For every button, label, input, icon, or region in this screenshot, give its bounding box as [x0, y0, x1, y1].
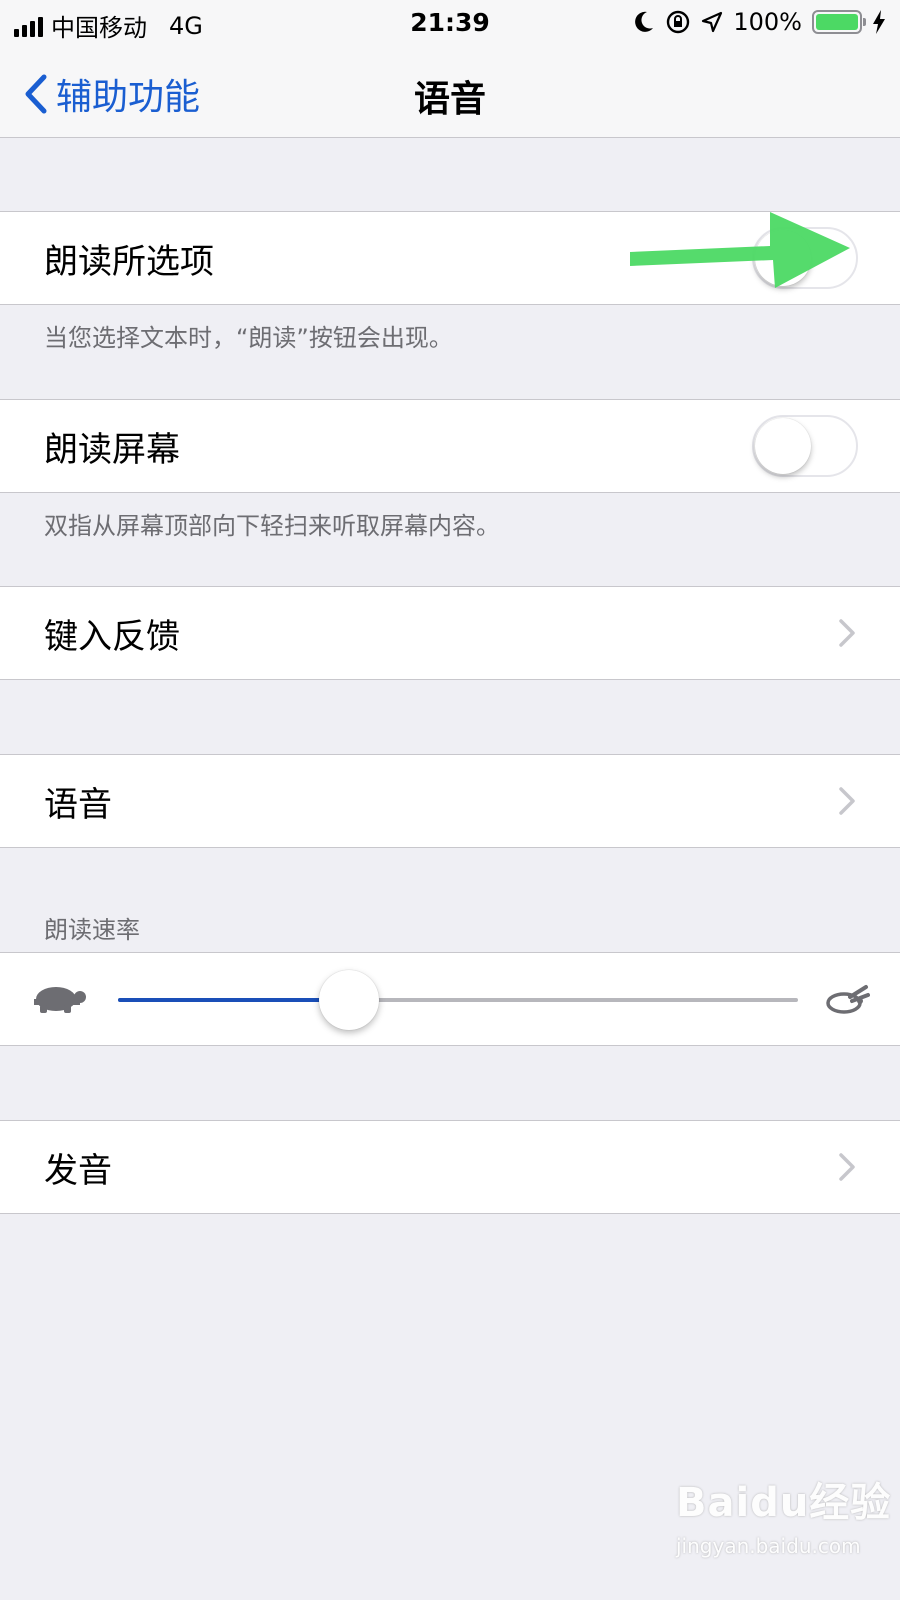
typing-feedback-row[interactable]: 键入反馈 — [0, 586, 900, 680]
speak-selection-toggle[interactable] — [752, 227, 858, 289]
watermark-logo: Baidu经验 — [676, 1480, 892, 1526]
speaking-rate-fill — [118, 998, 350, 1002]
pronunciations-row[interactable]: 发音 — [0, 1120, 900, 1214]
toggle-knob — [755, 230, 811, 286]
speak-selection-row: 朗读所选项 — [0, 211, 900, 305]
navigation-bar: 辅助功能 语音 — [0, 46, 900, 138]
moon-icon — [635, 11, 654, 32]
speak-selection-footer: 当您选择文本时，“朗读”按钮会出现。 — [44, 324, 453, 352]
rabbit-icon — [826, 985, 870, 1014]
speaking-rate-row — [0, 952, 900, 1046]
chevron-right-icon — [839, 619, 855, 647]
speaking-rate-track[interactable] — [118, 970, 798, 1030]
speak-screen-footer: 双指从屏幕顶部向下轻扫来听取屏幕内容。 — [44, 512, 500, 540]
baidu-watermark: Baidu经验 jingyan.baidu.com — [676, 1470, 896, 1580]
speak-screen-row: 朗读屏幕 — [0, 399, 900, 493]
toggle-knob — [755, 418, 811, 474]
page-title: 语音 — [413, 79, 486, 120]
location-icon — [702, 11, 723, 33]
status-right: 100% — [633, 8, 886, 36]
typing-feedback-label: 键入反馈 — [44, 616, 180, 657]
voices-row[interactable]: 语音 — [0, 754, 900, 848]
battery-icon — [812, 10, 866, 34]
pronunciations-label: 发音 — [44, 1150, 112, 1191]
speaking-rate-header: 朗读速率 — [44, 916, 140, 944]
chevron-right-icon — [839, 1153, 855, 1181]
status-bar: 中国移动 4G 21:39 100% — [0, 0, 900, 46]
turtle-icon — [34, 987, 86, 1013]
chevron-right-icon — [839, 787, 855, 815]
battery-percent: 100% — [733, 8, 802, 36]
voices-label: 语音 — [44, 784, 112, 825]
speak-selection-label: 朗读所选项 — [44, 241, 214, 282]
speak-screen-label: 朗读屏幕 — [44, 429, 180, 470]
watermark-url: jingyan.baidu.com — [676, 1534, 861, 1558]
speak-screen-toggle[interactable] — [752, 415, 858, 477]
rotation-lock-icon — [667, 10, 690, 34]
speaking-rate-thumb[interactable] — [319, 970, 380, 1030]
charging-bolt-icon — [873, 10, 885, 34]
